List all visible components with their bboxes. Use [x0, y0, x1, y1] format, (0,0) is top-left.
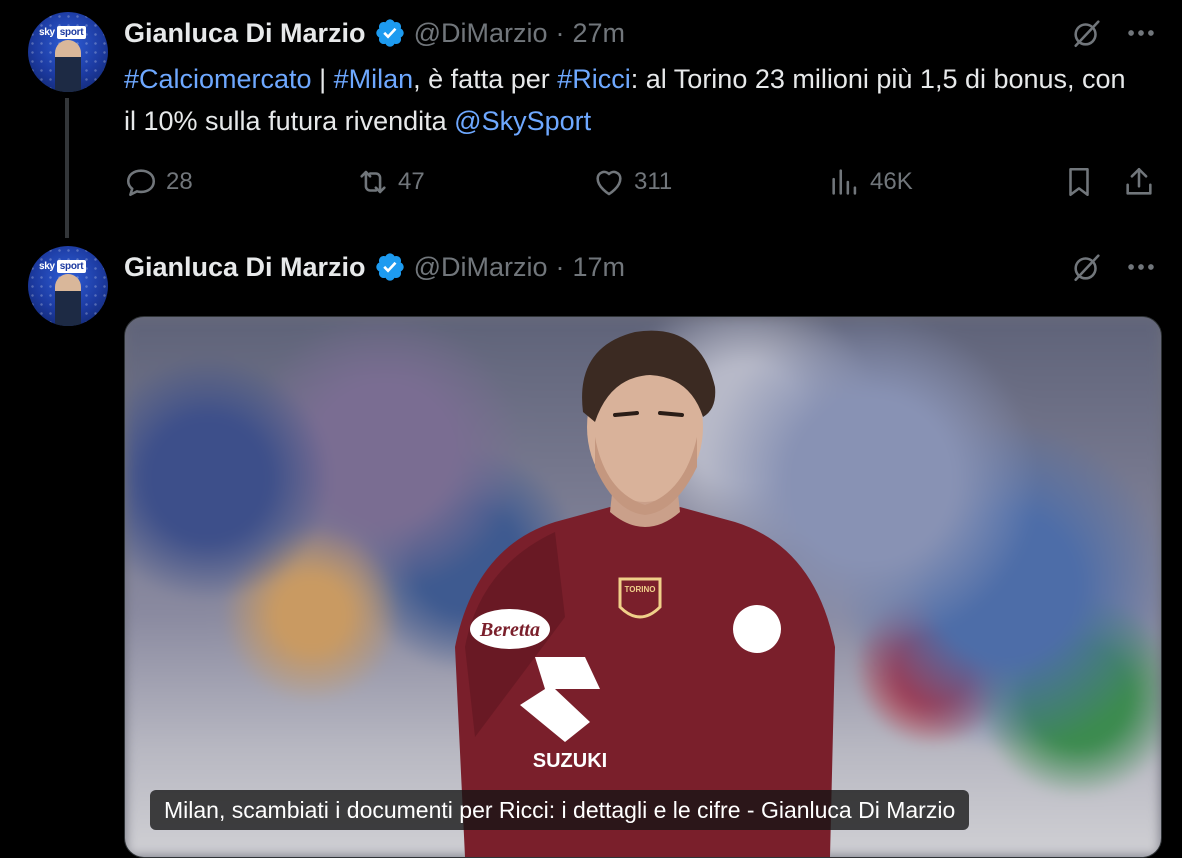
- sponsor-suzuki: SUZUKI: [533, 750, 607, 772]
- link-card-title[interactable]: Milan, scambiati i documenti per Ricci: …: [150, 790, 970, 830]
- hashtag-link[interactable]: #Milan: [334, 64, 414, 94]
- tweet-header: Gianluca Di Marzio @DiMarzio · 17m: [124, 247, 625, 287]
- author-name[interactable]: Gianluca Di Marzio: [124, 252, 366, 283]
- avatar-person: [55, 40, 81, 92]
- reply-count: 28: [166, 168, 193, 195]
- verified-badge-icon[interactable]: [374, 17, 406, 49]
- logo-text-sky: sky: [39, 26, 55, 38]
- tweet[interactable]: sky sport Gianluca Di Marzio @DiMarzio ·…: [0, 240, 1182, 858]
- thread-connector-line: [65, 98, 69, 238]
- crest-text: TORINO: [625, 585, 656, 594]
- separator-dot: ·: [555, 17, 565, 48]
- more-icon[interactable]: [1124, 250, 1158, 284]
- author-name[interactable]: Gianluca Di Marzio: [124, 18, 366, 49]
- player-photo: TORINO Beretta SUZUKI: [455, 330, 835, 857]
- verified-badge-icon[interactable]: [374, 251, 406, 283]
- sky-sport-logo: sky sport: [36, 24, 89, 40]
- reply-icon: [126, 169, 156, 197]
- grok-icon[interactable]: [1070, 250, 1104, 284]
- hashtag-link[interactable]: #Ricci: [557, 64, 631, 94]
- link-card-image[interactable]: TORINO Beretta SUZUKI: [124, 316, 1162, 858]
- tweet[interactable]: sky sport Gianluca Di Marzio @DiMarzio ·…: [0, 0, 1182, 240]
- author-handle[interactable]: @DiMarzio: [414, 18, 548, 49]
- tweet-header: Gianluca Di Marzio @DiMarzio · 27m: [124, 13, 625, 53]
- text-segment: , è fatta per: [413, 64, 558, 94]
- bookmark-button[interactable]: [1062, 162, 1104, 202]
- mention-link[interactable]: @SkySport: [454, 106, 591, 136]
- like-icon: [596, 170, 622, 196]
- repost-count: 47: [398, 168, 425, 195]
- tweet-text: #Calciomercato | #Milan, è fatta per #Ri…: [124, 58, 1134, 142]
- sky-sport-logo: sky sport: [36, 258, 89, 274]
- share-button[interactable]: [1122, 162, 1164, 202]
- timestamp[interactable]: 27m: [572, 18, 625, 49]
- logo-text-sky: sky: [39, 260, 55, 272]
- author-handle[interactable]: @DiMarzio: [414, 252, 548, 283]
- repost-button[interactable]: 47: [356, 162, 425, 202]
- like-button[interactable]: 311: [592, 162, 672, 202]
- reply-button[interactable]: 28: [124, 162, 193, 202]
- grok-icon[interactable]: [1070, 16, 1104, 50]
- like-count: 311: [634, 168, 673, 195]
- logo-text-sport: sport: [56, 25, 87, 39]
- more-icon[interactable]: [1124, 16, 1158, 50]
- repost-icon: [360, 170, 386, 194]
- separator-dot: ·: [555, 251, 565, 282]
- views-icon: [832, 169, 857, 195]
- avatar[interactable]: sky sport: [28, 246, 108, 326]
- avatar[interactable]: sky sport: [28, 12, 108, 92]
- share-icon: [1126, 167, 1152, 195]
- bookmark-icon: [1069, 167, 1089, 197]
- avatar-person: [55, 274, 81, 326]
- hashtag-link[interactable]: #Calciomercato: [124, 64, 312, 94]
- link-card-title-text: Milan, scambiati i documenti per Ricci: …: [164, 796, 956, 823]
- sponsor-beretta: Beretta: [479, 619, 540, 641]
- view-count: 46K: [870, 168, 913, 195]
- timestamp[interactable]: 17m: [572, 252, 625, 283]
- action-bar: 28 47 311 46K: [124, 162, 1164, 202]
- logo-text-sport: sport: [56, 259, 87, 273]
- text-segment: |: [311, 64, 334, 94]
- views-button[interactable]: 46K: [828, 162, 913, 202]
